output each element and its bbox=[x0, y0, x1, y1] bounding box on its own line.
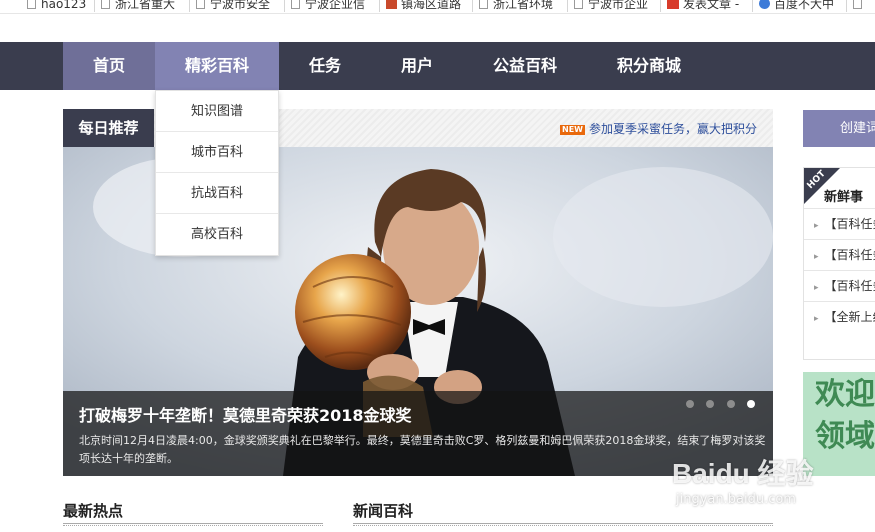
baidu-jingyan-watermark: Baidu 经验 jingyan.baidu.com bbox=[672, 452, 832, 532]
slider-dot[interactable] bbox=[706, 400, 714, 408]
news-item[interactable]: ▸ 【全新上线】 bbox=[804, 301, 875, 332]
slider-dot[interactable] bbox=[686, 400, 694, 408]
news-panel-title: 新鲜事 bbox=[824, 190, 864, 205]
news-baike-heading: 新闻百科 bbox=[353, 502, 414, 520]
news-item[interactable]: ▸ 【百科任务】 bbox=[804, 270, 875, 301]
divider bbox=[189, 0, 190, 12]
menu-item-city-baike[interactable]: 城市百科 bbox=[156, 132, 278, 173]
page-icon bbox=[101, 0, 110, 9]
bookmark-item[interactable]: 宁波市企业 bbox=[574, 0, 648, 11]
nav-tasks[interactable]: 任务 bbox=[279, 42, 371, 90]
page-icon bbox=[574, 0, 583, 9]
nav-points-mall[interactable]: 积分商城 bbox=[599, 42, 699, 90]
section-title: 每日推荐 bbox=[63, 109, 154, 147]
page-icon bbox=[291, 0, 300, 9]
divider bbox=[567, 0, 568, 12]
slide-title[interactable]: 打破梅罗十年垄断！莫德里奇荣获2018金球奖 bbox=[79, 402, 412, 426]
bookmark-label: 宁波企业信 bbox=[305, 0, 366, 11]
bookmark-item[interactable]: 百度不大中 bbox=[759, 0, 834, 11]
arrow-right-icon: ▸ bbox=[814, 221, 819, 231]
divider bbox=[63, 523, 323, 526]
slider-dot-active[interactable] bbox=[747, 400, 755, 408]
bookmark-item[interactable]: 镇海区道路 bbox=[386, 0, 461, 11]
bookmark-label: hao123 bbox=[41, 0, 87, 11]
bookmark-label: 浙江省重大 bbox=[115, 0, 176, 11]
watermark-url: jingyan.baidu.com bbox=[676, 492, 796, 507]
new-badge: NEW bbox=[560, 125, 585, 135]
bookmarks-bar: hao123 浙江省重大 宁波市安全 宁波企业信 镇海区道路 浙江省环境 宁波市… bbox=[0, 0, 875, 14]
bookmark-item[interactable]: 宁波市安全 bbox=[196, 0, 270, 11]
page-icon bbox=[853, 0, 862, 9]
divider bbox=[846, 0, 847, 12]
slider-dot[interactable] bbox=[727, 400, 735, 408]
badge-icon bbox=[386, 0, 397, 9]
watermark-logo: Baidu 经验 bbox=[672, 458, 814, 489]
bookmark-item[interactable] bbox=[853, 0, 867, 11]
create-entry-button[interactable]: 创建词条 bbox=[803, 110, 875, 147]
page-icon bbox=[27, 0, 36, 9]
welcome-text: 欢迎领域 bbox=[815, 377, 875, 454]
latest-hot-heading: 最新热点 bbox=[63, 502, 124, 520]
news-item[interactable]: ▸ 【百科任务】 bbox=[804, 239, 875, 270]
news-item-label: 【百科任务】 bbox=[824, 217, 875, 231]
divider bbox=[379, 0, 380, 12]
page-icon bbox=[196, 0, 205, 9]
main-nav: 首页 精彩百科 任务 用户 公益百科 积分商城 bbox=[0, 42, 875, 90]
promo-link[interactable]: NEW 参加夏季采蜜任务，赢大把积分 bbox=[560, 120, 757, 137]
divider bbox=[752, 0, 753, 12]
promo-text: 参加夏季采蜜任务，赢大把积分 bbox=[588, 122, 757, 136]
divider bbox=[660, 0, 661, 12]
bookmark-item[interactable]: hao123 bbox=[27, 0, 86, 11]
menu-item-university-baike[interactable]: 高校百科 bbox=[156, 214, 278, 255]
page-icon bbox=[479, 0, 488, 9]
bookmark-item[interactable]: 宁波企业信 bbox=[291, 0, 365, 11]
arrow-right-icon: ▸ bbox=[814, 314, 819, 324]
menu-item-war-baike[interactable]: 抗战百科 bbox=[156, 173, 278, 214]
bookmark-label: 宁波市企业 bbox=[588, 0, 649, 11]
divider bbox=[472, 0, 473, 12]
bookmark-item[interactable]: 浙江省重大 bbox=[101, 0, 175, 11]
divider bbox=[94, 0, 95, 12]
nav-charity-baike[interactable]: 公益百科 bbox=[471, 42, 579, 90]
bookmark-item[interactable]: 发表文章 - bbox=[667, 0, 739, 11]
bookmark-label: 百度不大中 bbox=[774, 0, 835, 11]
menu-item-knowledge-graph[interactable]: 知识图谱 bbox=[156, 91, 278, 132]
news-item[interactable]: ▸ 【百科任务】 bbox=[804, 208, 875, 239]
divider bbox=[284, 0, 285, 12]
slide-caption: 打破梅罗十年垄断！莫德里奇荣获2018金球奖 北京时间12月4日凌晨4:00，金… bbox=[63, 391, 773, 476]
nav-home[interactable]: 首页 bbox=[63, 42, 155, 90]
news-item-label: 【百科任务】 bbox=[824, 248, 875, 262]
bookmark-label: 发表文章 - bbox=[683, 0, 740, 11]
featured-dropdown-menu: 知识图谱 城市百科 抗战百科 高校百科 bbox=[155, 90, 279, 256]
bookmark-item[interactable]: 浙江省环境 bbox=[479, 0, 553, 11]
paw-icon bbox=[759, 0, 770, 9]
news-item-label: 【全新上线】 bbox=[824, 310, 875, 324]
bookmark-label: 镇海区道路 bbox=[401, 0, 462, 11]
bookmark-label: 浙江省环境 bbox=[493, 0, 554, 11]
weibo-icon bbox=[667, 0, 679, 9]
arrow-right-icon: ▸ bbox=[814, 283, 819, 293]
nav-users[interactable]: 用户 bbox=[371, 42, 463, 90]
news-panel: HOT 新鲜事 ▸【百科任务】 ▸【百科任务】 ▸【百科任务】 ▸【全新上线】 bbox=[803, 167, 875, 360]
nav-featured-baike[interactable]: 精彩百科 bbox=[155, 42, 279, 90]
arrow-right-icon: ▸ bbox=[814, 252, 819, 262]
bookmark-label: 宁波市安全 bbox=[210, 0, 271, 11]
slide-description: 北京时间12月4日凌晨4:00，金球奖颁奖典礼在巴黎举行。最终，莫德里奇击败C罗… bbox=[79, 434, 766, 465]
news-item-label: 【百科任务】 bbox=[824, 279, 875, 293]
